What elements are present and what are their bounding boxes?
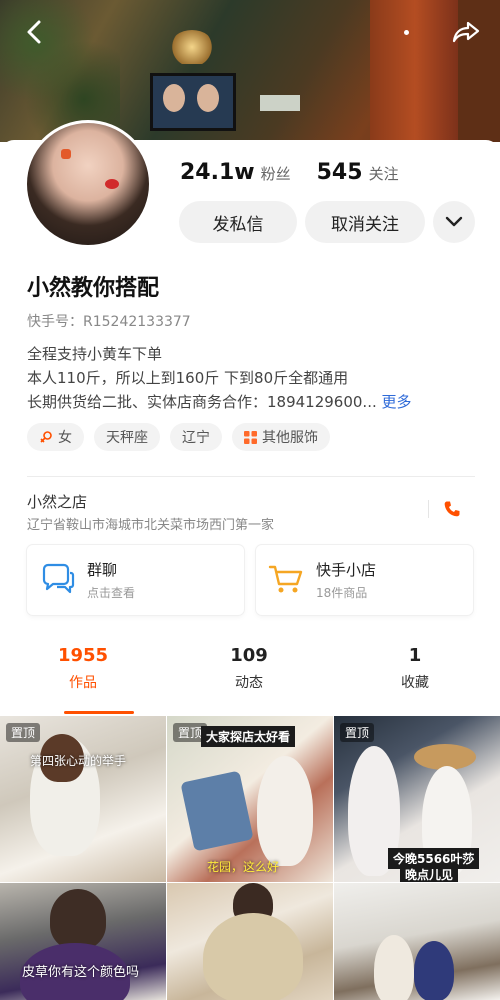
video-thumbnail[interactable] bbox=[334, 883, 500, 1000]
profile-stats: 24.1w 粉丝 545 关注 bbox=[180, 160, 399, 185]
following-count: 545 bbox=[316, 160, 363, 185]
avatar-hair-bow bbox=[61, 149, 71, 159]
chat-bubbles-icon bbox=[42, 563, 75, 594]
card-title: 快手小店 bbox=[316, 561, 377, 579]
profile-bio: 全程支持小黄车下单 本人110斤，所以上到160斤 下到80斤全都通用 长期供货… bbox=[27, 342, 412, 414]
grid-category-icon bbox=[244, 430, 257, 444]
thumb-book bbox=[180, 770, 254, 852]
phone-icon bbox=[444, 501, 460, 517]
tab-label: 动态 bbox=[235, 675, 263, 691]
profile-tabs: 1955 作品 109 动态 1 收藏 bbox=[0, 645, 500, 692]
video-thumbnail[interactable]: 皮草你有这个颜色吗 bbox=[0, 883, 166, 1000]
shopping-cart-icon bbox=[268, 565, 303, 593]
video-thumbnail[interactable]: 置顶 今晚5566叶莎 晚点儿见 bbox=[334, 716, 500, 882]
tab-works[interactable]: 1955 作品 bbox=[0, 645, 166, 692]
thumb-figure bbox=[374, 935, 414, 1000]
chevron-down-icon bbox=[445, 216, 463, 227]
share-button[interactable] bbox=[448, 14, 484, 50]
bio-line: 本人110斤，所以上到160斤 下到80斤全都通用 bbox=[27, 369, 349, 387]
tag-label: 天秤座 bbox=[106, 430, 148, 446]
call-button[interactable] bbox=[440, 497, 464, 521]
profile-nickname: 小然教你搭配 bbox=[27, 276, 160, 301]
video-grid: 置顶 第四张心动的举手 置顶 大家探店太好看 花园，这么好 置顶 今晚5566叶… bbox=[0, 716, 500, 1000]
shop-name[interactable]: 小然之店 bbox=[27, 491, 87, 512]
feature-cards: 群聊 点击查看 快手小店 18件商品 bbox=[27, 545, 473, 615]
following-stat[interactable]: 545 关注 bbox=[317, 160, 399, 185]
tag-location: 辽宁 bbox=[170, 423, 222, 451]
pinned-badge: 置顶 bbox=[340, 723, 375, 742]
video-caption: 皮草你有这个颜色吗 bbox=[22, 965, 140, 980]
video-caption-secondary: 花园，这么好 bbox=[207, 860, 280, 874]
avatar[interactable] bbox=[24, 120, 152, 248]
bio-line: 全程支持小黄车下单 bbox=[27, 345, 163, 363]
group-chat-card[interactable]: 群聊 点击查看 bbox=[27, 545, 244, 615]
expand-suggestions-button[interactable] bbox=[433, 201, 475, 243]
kuaishou-id[interactable]: 快手号：R15242133377 bbox=[27, 311, 191, 331]
tv-face-left bbox=[163, 84, 185, 112]
tab-favorites[interactable]: 1 收藏 bbox=[332, 645, 498, 692]
tab-count: 1955 bbox=[57, 645, 109, 666]
video-thumbnail[interactable]: 置顶 第四张心动的举手 bbox=[0, 716, 166, 882]
tv-face-right bbox=[197, 84, 219, 112]
profile-tags: 女 天秤座 辽宁 其他服饰 bbox=[27, 423, 330, 451]
card-subtitle: 18件商品 bbox=[316, 586, 368, 600]
unfollow-button[interactable]: 取消关注 bbox=[305, 201, 425, 243]
tab-count: 109 bbox=[230, 645, 268, 666]
shop-address[interactable]: 辽宁省鞍山市海城市北关菜市场西门第一家 bbox=[27, 514, 274, 533]
tab-label: 收藏 bbox=[401, 675, 429, 691]
tab-count: 1 bbox=[408, 645, 422, 666]
video-caption-secondary: 晚点儿见 bbox=[400, 864, 459, 882]
followers-label: 粉丝 bbox=[260, 165, 291, 183]
card-subtitle: 点击查看 bbox=[87, 586, 136, 600]
video-thumbnail[interactable] bbox=[167, 883, 333, 1000]
thumb-hair bbox=[50, 889, 106, 949]
cover-tv-screen bbox=[150, 73, 236, 131]
video-caption: 第四张心动的举手 bbox=[30, 754, 127, 768]
bio-more-link[interactable]: 更多 bbox=[382, 393, 412, 411]
bio-line: 长期供货给二批、实体店商务合作：1894129600... 更多 bbox=[27, 390, 412, 414]
card-title: 群聊 bbox=[87, 561, 118, 579]
cover-sign bbox=[260, 95, 300, 111]
shop-card[interactable]: 快手小店 18件商品 bbox=[256, 545, 473, 615]
send-message-button[interactable]: 发私信 bbox=[179, 201, 297, 243]
back-button[interactable] bbox=[16, 14, 52, 50]
bio-line-text: 长期供货给二批、实体店商务合作：1894129600... bbox=[27, 393, 377, 411]
followers-count: 24.1w bbox=[180, 160, 255, 185]
active-tab-indicator bbox=[64, 711, 134, 714]
thumb-figure-2 bbox=[414, 941, 454, 1000]
cover-chandelier bbox=[170, 30, 214, 64]
thumb-jacket bbox=[203, 913, 303, 1000]
tag-category[interactable]: 其他服饰 bbox=[232, 423, 330, 451]
female-icon bbox=[40, 431, 52, 443]
tag-gender: 女 bbox=[27, 423, 84, 451]
section-divider bbox=[27, 476, 475, 477]
tag-label: 女 bbox=[58, 430, 72, 446]
tag-label: 辽宁 bbox=[182, 430, 210, 446]
tab-moments[interactable]: 109 动态 bbox=[166, 645, 332, 692]
more-options-button[interactable] bbox=[388, 14, 424, 50]
thumb-figure bbox=[257, 756, 313, 866]
avatar-lips bbox=[105, 179, 119, 189]
tag-zodiac: 天秤座 bbox=[94, 423, 160, 451]
followers-stat[interactable]: 24.1w 粉丝 bbox=[180, 160, 291, 185]
video-caption: 大家探店太好看 bbox=[201, 726, 296, 747]
share-arrow-icon bbox=[452, 21, 480, 43]
tab-label: 作品 bbox=[69, 675, 97, 691]
tag-label: 其他服饰 bbox=[262, 430, 318, 446]
ellipsis-icon bbox=[403, 29, 409, 35]
chevron-left-icon bbox=[27, 20, 41, 44]
following-label: 关注 bbox=[368, 165, 399, 183]
pinned-badge: 置顶 bbox=[6, 723, 41, 742]
video-thumbnail[interactable]: 置顶 大家探店太好看 花园，这么好 bbox=[167, 716, 333, 882]
phone-separator bbox=[428, 500, 429, 518]
